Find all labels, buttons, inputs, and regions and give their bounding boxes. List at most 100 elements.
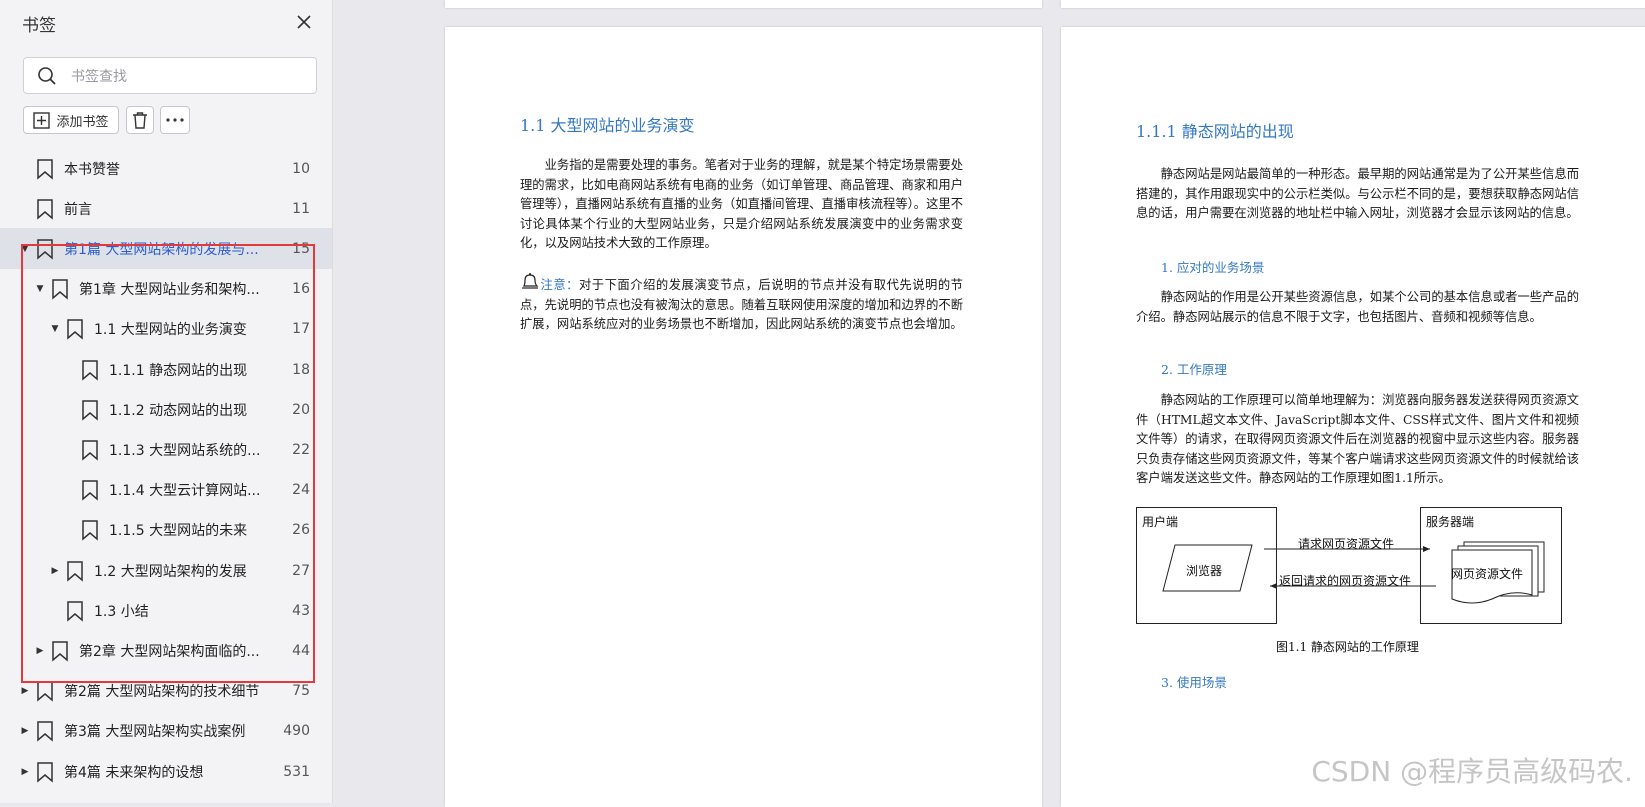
server-title: 服务器端	[1426, 515, 1475, 529]
bookmark-page-number: 24	[292, 482, 310, 499]
bookmark-label: 本书赞誉	[64, 161, 120, 178]
note-label: 注意：	[540, 278, 579, 292]
bookmark-page-number: 22	[292, 441, 310, 458]
subheading: 3. 使用场景	[1161, 675, 1227, 690]
bookmark-item[interactable]: ▶ 第4篇 未来架构的设想 531	[0, 751, 332, 792]
bookmark-item[interactable]: 1.1.3 大型网站系统的... 22	[0, 429, 332, 470]
collapsed-arrow-icon[interactable]: ▶	[50, 566, 60, 576]
collapsed-arrow-icon[interactable]: ▶	[20, 767, 30, 777]
bookmark-page-number: 490	[283, 723, 310, 740]
bookmark-icon	[34, 198, 56, 220]
bookmark-item[interactable]: ▼ 第1章 大型网站业务和架构... 16	[0, 269, 332, 310]
subheading: 1. 应对的业务场景	[1161, 260, 1265, 275]
bookmark-item[interactable]: ▶ 第2章 大型网站架构面临的... 44	[0, 630, 332, 671]
bookmark-page-number: 20	[292, 401, 310, 418]
expanded-arrow-icon[interactable]: ▼	[50, 324, 60, 334]
bookmark-label: 前言	[64, 201, 92, 218]
watermark: CSDN @程序员高级码农.	[1311, 755, 1633, 788]
response-label: 返回请求的网页资源文件	[1279, 574, 1412, 588]
bookmark-icon	[49, 640, 71, 662]
paragraph: 静态网站的作用是公开某些资源信息，如某个公司的基本信息或者一些产品的介绍。静态网…	[1136, 290, 1579, 324]
bookmark-page-number: 27	[292, 562, 310, 579]
bookmark-page-number: 75	[292, 683, 310, 700]
bookmark-label: 第4篇 未来架构的设想	[64, 764, 204, 781]
document-page-left: 1.1 大型网站的业务演变 业务指的是需要处理的事务。笔者对于业务的理解，就是某…	[445, 27, 1042, 807]
bookmark-label: 1.1.1 静态网站的出现	[109, 362, 248, 379]
section-heading: 1.1 大型网站的业务演变	[520, 116, 695, 135]
bookmark-icon	[34, 761, 56, 783]
bookmark-label: 第1篇 大型网站架构的发展与...	[64, 241, 259, 258]
bookmark-icon	[49, 278, 71, 300]
trash-icon	[133, 112, 147, 129]
bookmark-page-number: 10	[292, 160, 310, 177]
bookmark-icon	[34, 158, 56, 180]
bookmark-icon	[79, 359, 101, 381]
bookmark-item[interactable]: 前言 11	[0, 188, 332, 229]
bookmark-item[interactable]: ▶ 第2篇 大型网站架构的技术细节 75	[0, 671, 332, 712]
paragraph: 静态网站是网站最简单的一种形态。最早期的网站通常是为了公开某些信息而搭建的，其作…	[1136, 167, 1579, 221]
bookmark-icon	[64, 600, 86, 622]
browser-label: 浏览器	[1186, 564, 1223, 578]
more-icon	[166, 118, 184, 122]
document-page-right: 1.1.1 静态网站的出现 静态网站是网站最简单的一种形态。最早期的网站通常是为…	[1061, 27, 1645, 807]
bookmark-page-number: 15	[292, 240, 310, 257]
collapsed-arrow-icon[interactable]: ▶	[35, 646, 45, 656]
delete-bookmark-button[interactable]	[126, 106, 154, 134]
note-block: 注意：对于下面介绍的发展演变节点，后说明的节点并没有取代先说明的节点，先说明的节…	[520, 272, 963, 335]
bookmark-panel: 书签 添加书签 本书赞誉 10 前言 11 ▼ 第1篇 大型网站架构的发展与... 15 ▼ 第…	[0, 0, 333, 803]
bookmark-item[interactable]: ▶ 1.2 大型网站架构的发展 27	[0, 550, 332, 591]
add-bookmark-label: 添加书签	[56, 114, 109, 130]
previous-page-edge	[445, 0, 1042, 8]
panel-title: 书签	[22, 16, 56, 36]
bookmark-icon	[34, 238, 56, 260]
bookmark-page-number: 531	[283, 763, 310, 780]
bookmark-label: 1.1 大型网站的业务演变	[94, 322, 247, 339]
bookmark-icon	[79, 439, 101, 461]
bookmark-item[interactable]: ▼ 第1篇 大型网站架构的发展与... 15	[0, 228, 332, 270]
bookmark-label: 第2章 大型网站架构面临的...	[79, 643, 260, 660]
bookmark-icon	[79, 519, 101, 541]
search-input[interactable]	[69, 64, 308, 90]
bookmark-page-number: 26	[292, 522, 310, 539]
bookmark-item[interactable]: 1.3 小结 43	[0, 590, 332, 631]
add-bookmark-button[interactable]: 添加书签	[23, 106, 119, 134]
bookmark-page-number: 18	[292, 361, 310, 378]
collapsed-arrow-icon[interactable]: ▶	[20, 686, 30, 696]
bookmark-page-number: 11	[292, 200, 310, 217]
bookmark-page-number: 43	[292, 602, 310, 619]
bookmark-item[interactable]: 1.1.2 动态网站的出现 20	[0, 389, 332, 430]
bookmark-item[interactable]: ▼ 1.1 大型网站的业务演变 17	[0, 309, 332, 350]
bookmark-icon	[79, 479, 101, 501]
bookmark-icon	[64, 560, 86, 582]
bookmark-label: 1.2 大型网站架构的发展	[94, 563, 247, 580]
bookmark-item[interactable]: 本书赞誉 10	[0, 148, 332, 189]
bookmark-label: 第2篇 大型网站架构的技术细节	[64, 684, 260, 701]
bookmark-label: 第3篇 大型网站架构实战案例	[64, 724, 246, 741]
bookmark-page-number: 44	[292, 642, 310, 659]
close-icon[interactable]	[292, 10, 316, 34]
add-bookmark-icon	[33, 111, 51, 129]
collapsed-arrow-icon[interactable]: ▶	[20, 726, 30, 736]
bookmark-item[interactable]: 1.1.4 大型云计算网站... 24	[0, 470, 332, 511]
note-text: 对于下面介绍的发展演变节点，后说明的节点并没有取代先说明的节点，先说明的节点也没…	[520, 278, 963, 332]
bookmark-icon	[79, 399, 101, 421]
bookmark-icon	[34, 720, 56, 742]
bookmark-label: 1.3 小结	[94, 603, 149, 620]
previous-page-edge	[1061, 0, 1645, 8]
bookmark-item[interactable]: 1.1.1 静态网站的出现 18	[0, 349, 332, 390]
bell-icon	[522, 273, 539, 289]
bookmark-icon	[64, 318, 86, 340]
client-title: 用户端	[1142, 515, 1179, 529]
bookmark-item[interactable]: 1.1.5 大型网站的未来 26	[0, 510, 332, 551]
bookmark-item[interactable]: ▶ 第3篇 大型网站架构实战案例 490	[0, 711, 332, 752]
bookmark-label: 第1章 大型网站业务和架构...	[79, 282, 260, 299]
bookmark-label: 1.1.3 大型网站系统的...	[109, 442, 261, 459]
more-options-button[interactable]	[160, 106, 190, 134]
paragraph: 静态网站的工作原理可以简单地理解为：浏览器向服务器发送获得网页资源文件（HTML…	[1136, 393, 1579, 486]
request-label: 请求网页资源文件	[1298, 537, 1395, 551]
expanded-arrow-icon[interactable]: ▼	[20, 244, 30, 254]
bookmark-page-number: 16	[292, 281, 310, 298]
expanded-arrow-icon[interactable]: ▼	[35, 284, 45, 294]
paragraph: 业务指的是需要处理的事务。笔者对于业务的理解，就是某个特定场景需要处理的需求，比…	[520, 158, 963, 251]
search-icon	[38, 67, 56, 85]
